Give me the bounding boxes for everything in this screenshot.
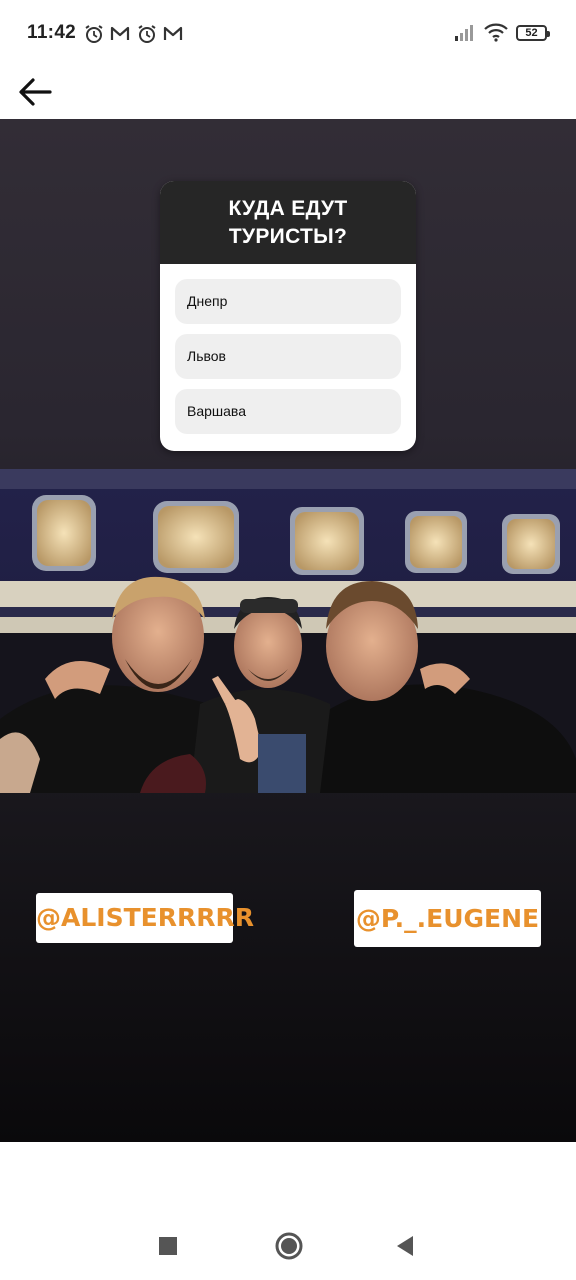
back-button[interactable] [14,70,58,114]
gmail-icon [163,26,183,40]
alarm-icon [85,25,103,43]
status-bar: 11:42 52 [0,0,576,66]
battery-level: 52 [525,27,538,39]
navigation-bar [0,1210,576,1280]
arrow-left-icon [19,78,52,106]
mention-tag[interactable]: @P._.EUGENE [354,890,541,947]
quiz-question: КУДА ЕДУТ ТУРИСТЫ? [160,181,416,264]
wifi-icon [484,23,508,42]
group-selfie-photo [0,469,576,793]
status-time: 11:42 [27,22,77,43]
story-image: КУДА ЕДУТ ТУРИСТЫ? Днепр Львов Варшава @… [0,119,576,1142]
quiz-option[interactable]: Варшава [175,389,401,434]
mention-tag[interactable]: @ALISTERRRRR [36,893,254,943]
signal-icon [455,25,473,41]
back-triangle-icon[interactable] [395,1235,415,1257]
battery-icon: 52 [516,25,550,41]
gmail-icon [110,26,130,40]
quiz-sticker: КУДА ЕДУТ ТУРИСТЫ? Днепр Львов Варшава [160,181,416,451]
home-circle-icon[interactable] [274,1231,304,1261]
quiz-option[interactable]: Днепр [175,279,401,324]
app-bar [0,66,576,119]
alarm-icon [138,25,156,43]
quiz-option[interactable]: Львов [175,334,401,379]
recents-square-icon[interactable] [158,1236,178,1256]
